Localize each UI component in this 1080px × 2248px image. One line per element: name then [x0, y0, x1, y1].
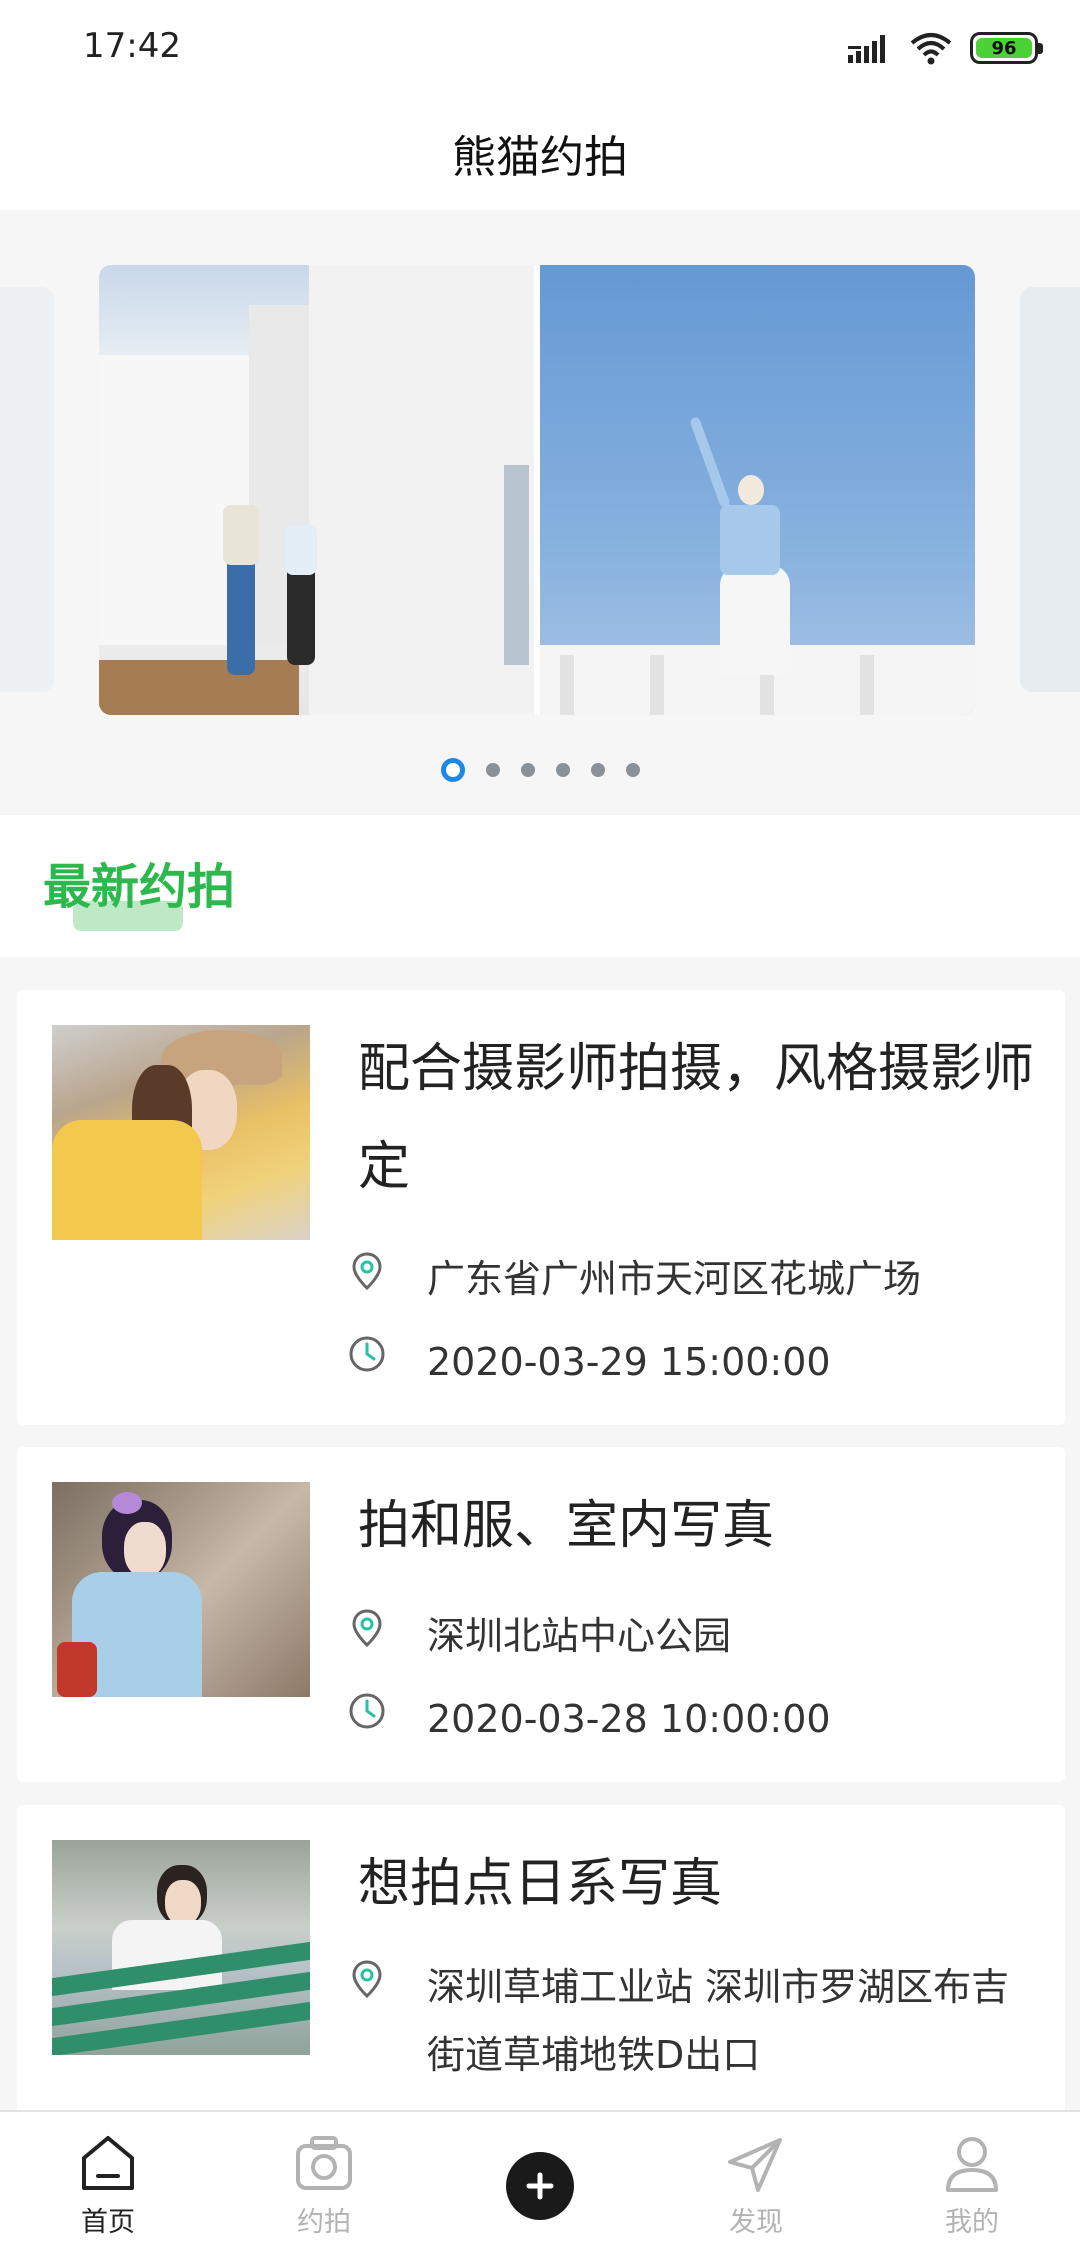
banner-carousel[interactable] — [0, 210, 1080, 815]
post-location-row: 广东省广州市天河区花城广场 — [347, 1245, 1047, 1313]
carousel-dot-active[interactable] — [440, 758, 465, 782]
battery-icon: 96 — [970, 32, 1043, 64]
status-time: 17:42 — [83, 26, 181, 66]
post-location: 深圳草埔工业站 深圳市罗湖区布吉街道草埔地铁D出口 — [427, 1965, 1010, 2077]
tab-add[interactable] — [432, 2112, 648, 2248]
carousel-indicator — [0, 758, 1080, 782]
nav-header: 熊猫约拍 — [0, 95, 1080, 210]
post-datetime: 2020-03-28 10:00:00 — [427, 1697, 831, 1741]
post-card[interactable]: 想拍点日系写真 深圳草埔工业站 深圳市罗湖区布吉街道草埔地铁D出口 — [17, 1805, 1065, 2135]
banner-image[interactable] — [99, 265, 975, 715]
banner-next-slide[interactable] — [1020, 287, 1080, 692]
tab-label: 约拍 — [297, 2207, 351, 2238]
post-datetime-row: 2020-03-29 15:00:00 — [347, 1328, 1047, 1396]
post-location: 深圳北站中心公园 — [427, 1614, 732, 1658]
location-pin-icon — [352, 1252, 382, 1291]
status-bar: 17:42 96 — [0, 0, 1080, 95]
signal-icon — [848, 35, 885, 63]
post-datetime: 2020-03-29 15:00:00 — [427, 1340, 831, 1384]
carousel-dot[interactable] — [555, 763, 570, 777]
post-card[interactable]: 配合摄影师拍摄，风格摄影师定 广东省广州市天河区花城广场 2020-03-29 … — [17, 990, 1065, 1425]
section-title: 最新约拍 — [43, 859, 236, 915]
clock-icon — [349, 1693, 385, 1729]
tab-home[interactable]: 首页 — [0, 2112, 216, 2248]
carousel-dot[interactable] — [520, 763, 535, 777]
bottom-tab-bar: 首页 约拍 发现 我的 — [0, 2110, 1080, 2248]
post-card[interactable]: 拍和服、室内写真 深圳北站中心公园 2020-03-28 10:00:00 — [17, 1447, 1065, 1782]
location-pin-icon — [352, 1960, 382, 1999]
post-location-row: 深圳草埔工业站 深圳市罗湖区布吉街道草埔地铁D出口 — [347, 1953, 1047, 2089]
wifi-icon — [910, 33, 952, 65]
page-title: 熊猫约拍 — [452, 131, 628, 183]
post-title: 拍和服、室内写真 — [358, 1496, 775, 1556]
add-icon — [526, 2172, 554, 2200]
add-button[interactable] — [506, 2152, 574, 2220]
tab-appointment[interactable]: 约拍 — [216, 2112, 432, 2248]
post-location-row: 深圳北站中心公园 — [347, 1602, 1047, 1670]
tab-label: 首页 — [81, 2207, 135, 2238]
tab-label: 我的 — [945, 2207, 999, 2238]
tab-mine[interactable]: 我的 — [864, 2112, 1080, 2248]
post-thumbnail — [52, 1025, 310, 1240]
carousel-dot[interactable] — [625, 763, 640, 777]
location-pin-icon — [352, 1609, 382, 1648]
carousel-dot[interactable] — [485, 763, 500, 777]
home-icon — [82, 2136, 134, 2190]
carousel-dot[interactable] — [590, 763, 605, 777]
user-icon — [946, 2137, 998, 2192]
post-title: 配合摄影师拍摄，风格摄影师定 — [358, 1039, 1035, 1197]
banner-photo-right — [540, 265, 975, 715]
post-thumbnail — [52, 1840, 310, 2055]
tab-discover[interactable]: 发现 — [648, 2112, 864, 2248]
post-location: 广东省广州市天河区花城广场 — [427, 1257, 922, 1301]
paper-plane-icon — [728, 2138, 782, 2192]
camera-icon — [296, 2136, 352, 2190]
section-header: 最新约拍 — [0, 815, 1080, 957]
post-title: 想拍点日系写真 — [358, 1854, 723, 1914]
tab-label: 发现 — [729, 2207, 783, 2238]
status-icons: 96 — [848, 28, 1043, 68]
post-datetime-row: 2020-03-28 10:00:00 — [347, 1685, 1047, 1753]
clock-icon — [349, 1336, 385, 1372]
banner-photo-left — [99, 265, 534, 715]
battery-level: 96 — [976, 38, 1032, 59]
post-thumbnail — [52, 1482, 310, 1697]
banner-prev-slide[interactable] — [0, 287, 54, 692]
